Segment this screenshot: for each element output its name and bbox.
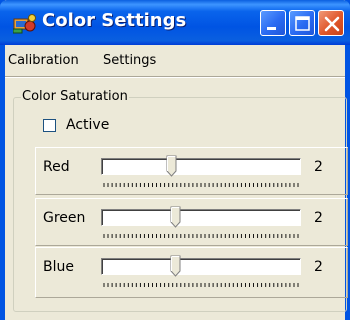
menu-separator [5, 76, 345, 78]
red-slider-value: 2 [314, 159, 323, 175]
blue-slider-label: Blue [43, 259, 74, 275]
window-title: Color Settings [42, 10, 187, 31]
blue-slider-ticks [103, 283, 299, 287]
menu-bar: Calibration Settings [5, 50, 345, 72]
green-slider-track[interactable] [101, 209, 301, 226]
close-icon [324, 16, 340, 32]
color-settings-app-icon [12, 13, 37, 35]
green-slider-value: 2 [314, 210, 323, 226]
red-slider-ticks [103, 183, 299, 187]
blue-slider-thumb[interactable] [170, 255, 181, 277]
active-checkbox-label[interactable]: Active [66, 117, 109, 133]
group-legend: Color Saturation [21, 89, 129, 104]
red-slider-track[interactable] [101, 158, 301, 175]
menu-settings[interactable]: Settings [103, 53, 156, 68]
minimize-button[interactable] [260, 10, 286, 36]
minimize-icon [267, 27, 276, 30]
red-slider-thumb[interactable] [166, 155, 177, 177]
green-slider-ticks [103, 234, 299, 238]
title-bar[interactable]: Color Settings [0, 0, 350, 45]
blue-slider-track[interactable] [101, 258, 301, 275]
close-button[interactable] [318, 10, 344, 36]
active-checkbox[interactable] [43, 119, 56, 132]
maximize-icon [295, 16, 310, 31]
menu-calibration[interactable]: Calibration [8, 53, 79, 68]
maximize-button[interactable] [289, 10, 315, 36]
green-slider-thumb[interactable] [170, 206, 181, 228]
red-slider-label: Red [43, 159, 70, 175]
green-slider-label: Green [43, 210, 86, 226]
color-settings-window: Color Settings Calibration Settings Colo… [0, 0, 350, 320]
blue-slider-value: 2 [314, 259, 323, 275]
